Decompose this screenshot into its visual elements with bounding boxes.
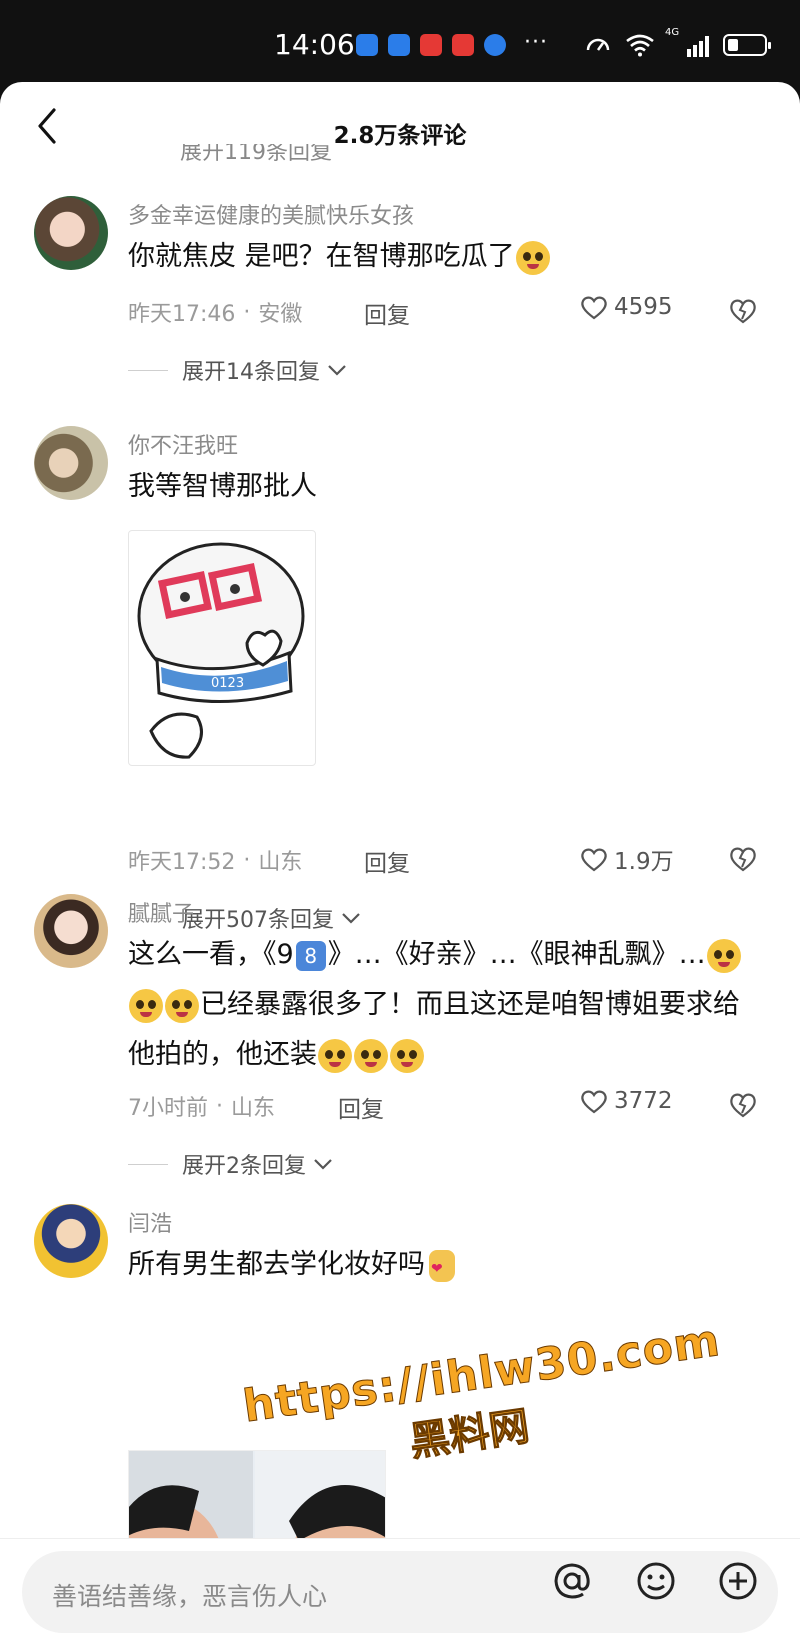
sticker-badge-text: 0123 bbox=[211, 676, 244, 691]
avatar[interactable] bbox=[34, 426, 108, 500]
comment-meta: 昨天17:52 · 山东 bbox=[128, 844, 302, 876]
wifi-icon bbox=[626, 34, 654, 57]
message-app-icon bbox=[356, 34, 378, 56]
shield-app-icon bbox=[388, 34, 410, 56]
finger-heart-emoji-icon: ❤ bbox=[429, 1249, 455, 1282]
like-count: 1.9万 bbox=[614, 849, 674, 875]
comment-text-part: 这么一看，《9 bbox=[128, 939, 294, 970]
pleading-emoji-icon bbox=[165, 988, 199, 1023]
comment-input-bar: 善语结善缘，恶言伤人心 bbox=[0, 1538, 800, 1648]
sticker-image[interactable]: 0123 bbox=[128, 530, 316, 766]
comment-meta: 昨天17:46 · 安徽 bbox=[128, 296, 302, 328]
expand-label: 展开14条回复 bbox=[182, 360, 320, 385]
comment-username[interactable]: 你不汪我旺 bbox=[128, 428, 238, 460]
expand-replies-button[interactable]: 展开2条回复 bbox=[128, 1148, 334, 1180]
comments-sheet: 2.8万条评论 展开119条回复 多金幸运健康的美腻快乐女孩 你就焦皮 是吧？在… bbox=[0, 82, 800, 1648]
comment-time: 昨天17:52 bbox=[128, 850, 236, 875]
comment-time: 昨天17:46 bbox=[128, 302, 236, 327]
heart-icon bbox=[581, 296, 607, 320]
chevron-down-icon bbox=[314, 1159, 332, 1170]
pleading-emoji-icon bbox=[318, 1038, 352, 1073]
like-count: 3772 bbox=[614, 1088, 673, 1114]
avatar[interactable] bbox=[34, 1204, 108, 1278]
expand-divider bbox=[128, 1163, 168, 1165]
browser-app-icon bbox=[484, 34, 506, 56]
chevron-down-icon bbox=[342, 913, 360, 924]
comment-text-part: 已经暴露很多了！而且这还是咱智博姐要求给他拍的，他还装 bbox=[128, 989, 740, 1070]
comment-time: 7小时前 bbox=[128, 1096, 208, 1121]
grimace-emoji-icon bbox=[515, 240, 550, 275]
smiley-icon[interactable] bbox=[636, 1561, 676, 1601]
expand-replies-button[interactable]: 展开14条回复 bbox=[128, 354, 348, 386]
reply-button[interactable]: 回复 bbox=[364, 844, 410, 878]
heart-icon bbox=[581, 1090, 607, 1114]
meta-separator: · bbox=[243, 299, 251, 325]
signal-icon: 4G bbox=[665, 27, 709, 57]
comment-username[interactable]: 腻腻子 bbox=[128, 896, 194, 928]
shop-app-icon bbox=[420, 34, 442, 56]
comment-text: 你就焦皮 是吧？在智博那吃瓜了 bbox=[128, 232, 748, 282]
chevron-down-icon bbox=[328, 365, 346, 376]
comment-text-content: 所有男生都去学化妆好吗 bbox=[128, 1249, 425, 1280]
comment-text-part: 》…《好亲》…《眼神乱飘》… bbox=[327, 939, 706, 970]
plus-circle-icon[interactable] bbox=[718, 1561, 758, 1601]
expand-divider bbox=[128, 369, 168, 371]
reply-button[interactable]: 回复 bbox=[338, 1090, 384, 1124]
broken-heart-icon[interactable] bbox=[728, 1090, 758, 1118]
status-time: 14:06 bbox=[274, 28, 355, 61]
comment-text: 我等智博那批人 bbox=[128, 471, 317, 502]
pleading-emoji-icon bbox=[706, 938, 741, 973]
notification-icons bbox=[356, 34, 506, 56]
avatar[interactable] bbox=[34, 196, 108, 270]
comment-location: 山东 bbox=[231, 1096, 276, 1121]
heart-icon bbox=[581, 848, 607, 872]
system-icons: 4G bbox=[585, 27, 771, 58]
like-button[interactable]: 4595 bbox=[580, 294, 673, 320]
comment-text: 所有男生都去学化妆好吗 ❤ bbox=[128, 1240, 748, 1290]
expand-label: 展开2条回复 bbox=[182, 1154, 306, 1179]
like-count: 4595 bbox=[614, 294, 673, 320]
network-type-label: 4G bbox=[665, 27, 680, 38]
comment-location: 山东 bbox=[258, 850, 303, 875]
comment-username[interactable]: 多金幸运健康的美腻快乐女孩 bbox=[128, 198, 414, 230]
speed-icon bbox=[586, 38, 610, 51]
at-icon[interactable] bbox=[552, 1561, 592, 1601]
scrolled-expand-text: 展开119条回复 bbox=[180, 144, 332, 162]
watermark: https://ihlw30.com 黑料网 bbox=[240, 1312, 750, 1490]
number-badge: 8 bbox=[295, 940, 326, 971]
comment-text: 这么一看，《9 8 》…《好亲》…《眼神乱飘》… 已经暴露很多了！而且这还是咱智博姐要… bbox=[128, 930, 748, 1080]
reply-button[interactable]: 回复 bbox=[364, 296, 410, 330]
meta-separator: · bbox=[243, 847, 251, 873]
status-bar: 14:06 ··· 4G bbox=[0, 0, 800, 86]
broken-heart-icon[interactable] bbox=[728, 296, 758, 324]
battery-icon bbox=[723, 34, 771, 56]
broken-heart-icon[interactable] bbox=[728, 844, 758, 872]
pleading-emoji-icon bbox=[129, 988, 163, 1023]
input-placeholder: 善语结善缘，恶言伤人心 bbox=[52, 1582, 328, 1611]
comment-text-content: 你就焦皮 是吧？在智博那吃瓜了 bbox=[128, 241, 515, 272]
comment-location: 安徽 bbox=[258, 302, 303, 327]
like-button[interactable]: 3772 bbox=[580, 1088, 673, 1114]
pleading-emoji-icon bbox=[354, 1038, 388, 1073]
avatar[interactable] bbox=[34, 894, 108, 968]
page-title: 2.8万条评论 bbox=[333, 123, 467, 149]
comments-header: 2.8万条评论 展开119条回复 bbox=[0, 82, 800, 172]
like-button[interactable]: 1.9万 bbox=[580, 842, 674, 876]
more-notifications-icon: ··· bbox=[524, 30, 548, 55]
comment-username[interactable]: 闫浩 bbox=[128, 1206, 172, 1238]
comment-meta: 7小时前 · 山东 bbox=[128, 1090, 275, 1122]
shop-app-icon-2 bbox=[452, 34, 474, 56]
sticker-face-icon: 0123 bbox=[137, 542, 305, 759]
meta-separator: · bbox=[216, 1093, 223, 1119]
pleading-emoji-icon bbox=[390, 1038, 424, 1073]
